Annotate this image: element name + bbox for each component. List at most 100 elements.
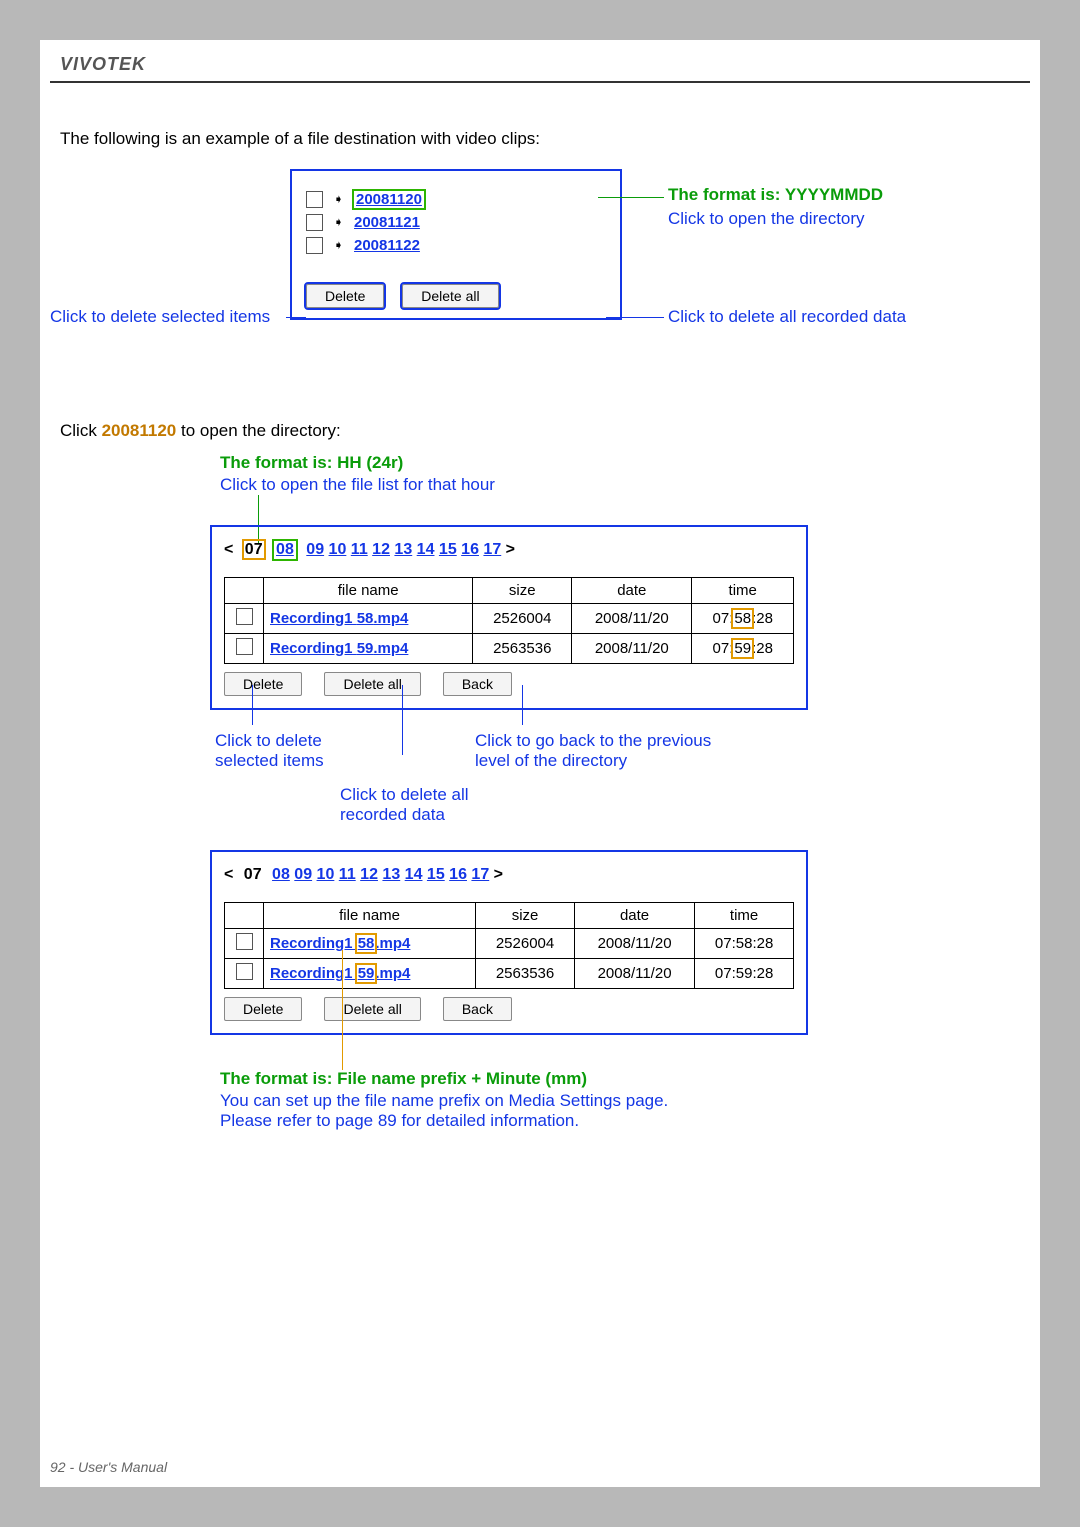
hour-link[interactable]: 17 (471, 866, 489, 883)
time-minute: 58 (733, 610, 752, 627)
checkbox-icon[interactable] (236, 933, 253, 950)
delete-button[interactable]: Delete (306, 284, 384, 308)
back-button[interactable]: Back (443, 997, 512, 1021)
hour-link[interactable]: 09 (294, 866, 312, 883)
delete-button[interactable]: Delete (224, 997, 302, 1021)
hour-link[interactable]: 13 (382, 866, 400, 883)
hour-format-title: The format is: HH (24r) (220, 453, 1030, 473)
col-date: date (572, 577, 692, 603)
file-list-panel: < 07 08 09 10 11 12 13 14 15 16 17 > (210, 850, 808, 1035)
file-link[interactable]: Recording1 59.mp4 (270, 640, 408, 657)
click-open-sentence: Click 20081120 to open the directory: (60, 419, 1020, 443)
hour-link[interactable]: 11 (339, 866, 356, 883)
hour-link[interactable]: 14 (405, 866, 423, 883)
file-table: file name size date time Recording1 58.m… (224, 902, 794, 989)
hour-link[interactable]: 08 (276, 541, 294, 558)
date-link[interactable]: 20081120 (356, 191, 422, 208)
table-header-row: file name size date time (225, 902, 794, 928)
brand-title: VIVOTEK (60, 54, 146, 74)
file-table: file name size date time Recording1 58.m… (224, 577, 794, 664)
hour-link[interactable]: 16 (449, 866, 467, 883)
col-size: size (476, 902, 575, 928)
hour-link[interactable]: 15 (439, 541, 457, 558)
hour-link[interactable]: 12 (360, 866, 378, 883)
callout-delete-all: Click to delete all recorded data (668, 307, 906, 327)
col-time: time (692, 577, 794, 603)
col-time: time (695, 902, 794, 928)
nav-prev-icon[interactable]: < (224, 866, 233, 883)
cell-size: 2563536 (476, 958, 575, 988)
arrow-right-icon: ➧ (331, 238, 346, 253)
file-prefix: Recording1 (270, 610, 353, 627)
callout-open-directory: Click to open the directory (668, 209, 865, 229)
arrow-right-icon: ➧ (331, 215, 346, 230)
click-open-date: 20081120 (102, 421, 177, 440)
hour-link[interactable]: 17 (483, 541, 501, 558)
delete-all-button[interactable]: Delete all (402, 284, 498, 308)
file-ext: .mp4 (375, 965, 410, 982)
text: Click (60, 421, 102, 440)
hour-link[interactable]: 11 (351, 541, 368, 558)
hour-link[interactable]: 10 (329, 541, 347, 558)
text: to open the directory: (176, 421, 340, 440)
hour-link[interactable]: 08 (272, 866, 290, 883)
col-filename: file name (264, 902, 476, 928)
checkbox-icon[interactable] (306, 191, 323, 208)
table-header-row: file name size date time (225, 577, 794, 603)
file-minute: 58 (357, 610, 374, 627)
file-minute: 58 (357, 935, 376, 952)
hour-link[interactable]: 09 (306, 541, 324, 558)
cell-size: 2526004 (473, 603, 572, 633)
table-row: Recording1 58.mp4 2526004 2008/11/20 07:… (225, 928, 794, 958)
date-link[interactable]: 20081122 (354, 237, 420, 254)
hour-link[interactable]: 15 (427, 866, 445, 883)
back-button[interactable]: Back (443, 672, 512, 696)
file-link[interactable]: Recording1 58.mp4 (270, 935, 410, 952)
filename-format-body: You can set up the file name prefix on M… (220, 1091, 720, 1131)
callout-date-format: The format is: YYYYMMDD (668, 185, 883, 205)
checkbox-icon[interactable] (236, 963, 253, 980)
cell-date: 2008/11/20 (574, 958, 694, 988)
table-row: Recording1 58.mp4 2526004 2008/11/20 07:… (225, 603, 794, 633)
time-minute: 59 (733, 640, 752, 657)
cell-time: 07:59:28 (695, 958, 794, 988)
arrow-right-icon: ➧ (331, 192, 346, 207)
nav-next-icon[interactable]: > (494, 866, 503, 883)
checkbox-icon[interactable] (236, 608, 253, 625)
page-footer: 92 - User's Manual (50, 1459, 167, 1475)
checkbox-icon[interactable] (306, 237, 323, 254)
date-directory-panel: ➧ 20081120 ➧ 20081121 ➧ 20081122 Delete … (290, 169, 622, 320)
hour-link[interactable]: 13 (394, 541, 412, 558)
delete-button[interactable]: Delete (224, 672, 302, 696)
delete-all-button[interactable]: Delete all (324, 997, 420, 1021)
cell-time: 07:58:28 (695, 928, 794, 958)
callout-delete-selected-files: Click to delete selected items (215, 731, 385, 771)
hour-link[interactable]: 16 (461, 541, 479, 558)
checkbox-icon[interactable] (236, 638, 253, 655)
hour-link[interactable]: 12 (372, 541, 390, 558)
date-link[interactable]: 20081121 (354, 214, 420, 231)
table-row: Recording1 59.mp4 2563536 2008/11/20 07:… (225, 958, 794, 988)
file-ext: .mp4 (373, 610, 408, 627)
delete-all-button[interactable]: Delete all (324, 672, 420, 696)
hour-link[interactable]: 14 (417, 541, 435, 558)
cell-date: 2008/11/20 (574, 928, 694, 958)
file-prefix: Recording1 (270, 965, 353, 982)
hour-nav-bar: < 07 08 09 10 11 12 13 14 15 16 17 > (224, 541, 794, 559)
hour-link[interactable]: 10 (317, 866, 335, 883)
table-row: Recording1 59.mp4 2563536 2008/11/20 07:… (225, 633, 794, 663)
col-date: date (574, 902, 694, 928)
cell-time: 07:59:28 (692, 633, 794, 663)
date-row: ➧ 20081122 (306, 237, 606, 254)
file-link[interactable]: Recording1 58.mp4 (270, 610, 408, 627)
file-prefix: Recording1 (270, 935, 353, 952)
cell-date: 2008/11/20 (572, 633, 692, 663)
date-row: ➧ 20081120 (306, 191, 606, 208)
nav-next-icon[interactable]: > (506, 541, 515, 558)
file-minute: 59 (357, 640, 374, 657)
date-row: ➧ 20081121 (306, 214, 606, 231)
checkbox-icon[interactable] (306, 214, 323, 231)
file-link[interactable]: Recording1 59.mp4 (270, 965, 410, 982)
nav-prev-icon[interactable]: < (224, 541, 233, 558)
file-minute: 59 (357, 965, 376, 982)
